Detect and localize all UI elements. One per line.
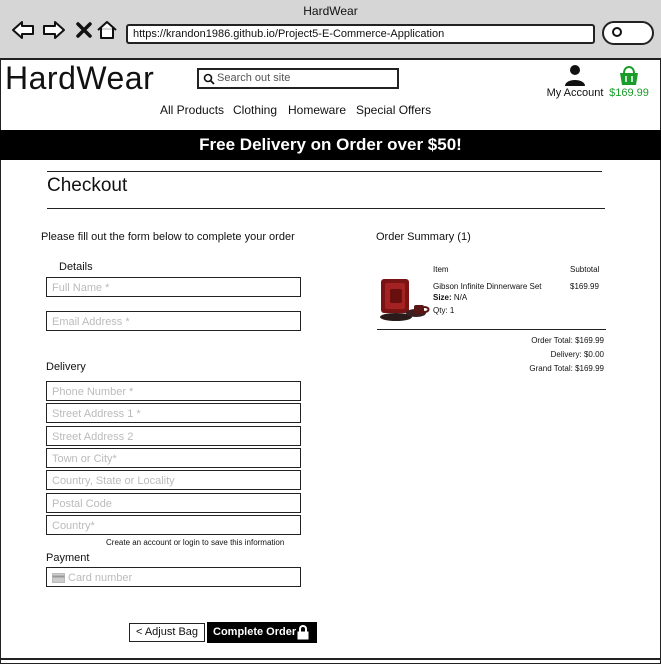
url-bar[interactable]: https://krandon1986.github.io/Project5-E… (126, 24, 595, 44)
browser-chrome: HardWear https://krandon1986.github.io/P… (0, 0, 661, 60)
divider (377, 329, 606, 330)
credit-card-icon (52, 573, 65, 584)
county-input[interactable]: Country, State or Locality (46, 470, 301, 490)
nav-clothing[interactable]: Clothing (233, 103, 277, 117)
card-number-placeholder: Card number (68, 572, 133, 584)
bag-total: $169.99 (609, 87, 649, 99)
order-summary-title: Order Summary (1) (376, 231, 471, 243)
postal-code-input[interactable]: Postal Code (46, 493, 301, 513)
bottom-border (0, 658, 661, 660)
full-name-input[interactable]: Full Name * (46, 277, 301, 297)
my-account-label: My Account (546, 87, 604, 99)
card-number-input[interactable]: Card number (46, 567, 301, 587)
complete-order-label: Complete Order (213, 626, 297, 638)
site-search-input[interactable]: Search out site (197, 68, 399, 89)
back-arrow-icon[interactable] (11, 18, 35, 42)
site-logo[interactable]: HardWear (5, 60, 154, 97)
delivery-heading: Delivery (46, 361, 86, 373)
browser-search-field[interactable] (602, 21, 654, 45)
page-title: Checkout (47, 175, 128, 196)
order-total: Order Total: $169.99 (531, 336, 604, 345)
shopping-basket-icon (620, 66, 638, 85)
email-input[interactable]: Email Address * (46, 311, 301, 331)
street-address-2-input[interactable]: Street Address 2 (46, 426, 301, 446)
adjust-bag-button[interactable]: < Adjust Bag (129, 623, 205, 642)
divider (47, 208, 605, 209)
product-quantity: Qty: 1 (433, 306, 455, 315)
size-value: N/A (453, 293, 468, 302)
window-title: HardWear (303, 4, 358, 18)
delivery-cost: Delivery: $0.00 (550, 350, 604, 359)
home-icon[interactable] (95, 18, 119, 42)
product-subtotal: $169.99 (570, 282, 599, 291)
country-select[interactable]: Country* (46, 515, 301, 535)
street-address-1-input[interactable]: Street Address 1 * (46, 403, 301, 423)
payment-heading: Payment (46, 552, 90, 564)
shopping-bag-link[interactable]: $169.99 (608, 64, 650, 99)
site-search-placeholder: Search out site (217, 72, 291, 84)
lock-icon (297, 625, 309, 640)
search-icon (612, 27, 622, 37)
forward-arrow-icon[interactable] (42, 18, 66, 42)
product-size: Size: N/A (433, 293, 467, 302)
free-delivery-banner: Free Delivery on Order over $50! (0, 130, 661, 160)
phone-input[interactable]: Phone Number * (46, 381, 301, 401)
user-icon (565, 65, 585, 86)
save-info-note: Create an account or login to save this … (106, 538, 285, 547)
details-heading: Details (59, 261, 93, 273)
divider (47, 171, 602, 172)
product-image[interactable] (378, 277, 432, 328)
nav-special-offers[interactable]: Special Offers (356, 103, 431, 117)
nav-homeware[interactable]: Homeware (288, 103, 346, 117)
my-account-link[interactable]: My Account (546, 64, 604, 99)
size-label: Size: (433, 293, 452, 302)
item-column-header: Item (433, 265, 449, 274)
nav-all-products[interactable]: All Products (160, 103, 224, 117)
town-city-input[interactable]: Town or City* (46, 448, 301, 468)
product-name[interactable]: Gibson Infinite Dinnerware Set (433, 282, 542, 291)
window-frame (0, 0, 661, 664)
grand-total: Grand Total: $169.99 (529, 364, 604, 373)
search-icon (203, 73, 215, 85)
form-instructions: Please fill out the form below to comple… (41, 231, 295, 243)
stop-x-icon[interactable] (72, 18, 96, 42)
complete-order-button[interactable]: Complete Order (207, 622, 317, 643)
subtotal-column-header: Subtotal (570, 265, 600, 274)
